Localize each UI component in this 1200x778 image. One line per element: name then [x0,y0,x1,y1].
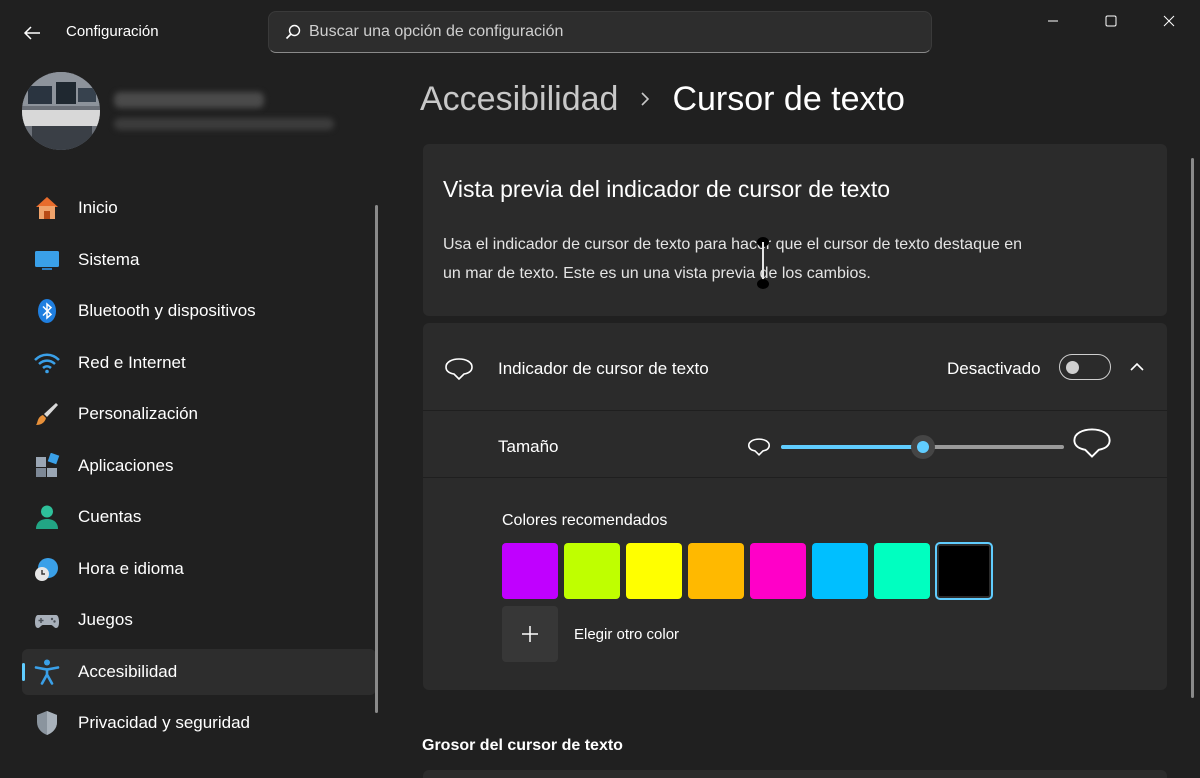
sidebar-item-personalizacion[interactable]: Personalización [22,391,376,437]
shield-icon [34,710,60,736]
gamepad-icon [34,607,60,633]
breadcrumb: Accesibilidad Cursor de texto [420,76,905,122]
close-button[interactable] [1140,0,1198,42]
color-swatch-purple[interactable] [502,543,558,599]
sidebar-item-label: Juegos [78,610,133,629]
user-profile[interactable] [22,72,352,152]
sidebar-item-juegos[interactable]: Juegos [22,597,376,643]
sidebar-item-label: Hora e idioma [78,558,184,578]
profile-email-blurred [114,118,334,130]
sidebar-nav: Inicio Sistema Bluetooth y dispositivos [22,185,376,752]
recommended-colors-label: Colores recomendados [502,512,668,529]
wifi-icon [34,350,60,376]
collapse-button[interactable] [1123,353,1151,381]
color-swatch-teal[interactable] [874,543,930,599]
slider-track[interactable] [781,435,1064,459]
large-indicator-icon [1073,428,1111,458]
color-swatch-blue[interactable] [812,543,868,599]
divider [423,410,1167,411]
back-arrow-icon [23,26,40,40]
chevron-up-icon [1130,362,1144,371]
bluetooth-icon [34,298,60,324]
back-button[interactable] [14,18,50,48]
accessibility-icon [34,659,60,685]
slider-fill [781,445,923,449]
title-bar: Configuración [0,0,1200,64]
color-swatches [502,542,998,600]
size-slider[interactable] [743,428,1123,461]
color-swatch-yellow[interactable] [626,543,682,599]
thickness-card [423,770,1167,778]
sidebar-item-label: Accesibilidad [78,661,178,681]
sidebar-item-red[interactable]: Red e Internet [22,340,376,386]
avatar-photo-icon [22,72,100,150]
add-color-button[interactable] [502,606,558,662]
sidebar-item-label: Bluetooth y dispositivos [78,301,256,320]
cursor-indicator-icon [445,358,473,381]
preview-title: Vista previa del indicador de cursor de … [443,176,891,202]
sidebar-item-privacidad[interactable]: Privacidad y seguridad [22,700,376,746]
sidebar-item-label: Sistema [78,249,140,269]
avatar[interactable] [22,72,100,150]
sidebar-item-hora[interactable]: Hora e idioma [22,546,376,592]
maximize-button[interactable] [1082,0,1140,42]
sidebar-item-inicio[interactable]: Inicio [22,185,376,231]
main-scrollbar[interactable] [1191,158,1194,698]
paintbrush-icon [34,401,60,427]
maximize-icon [1105,15,1117,27]
size-label: Tamaño [498,437,559,456]
chevron-right-icon [640,91,650,107]
toggle-state-label: Desactivado [947,359,1041,378]
choose-other-color-link[interactable]: Elegir otro color [574,626,679,643]
sidebar-item-label: Cuentas [78,507,142,526]
color-swatch-orange[interactable] [688,543,744,599]
color-swatch-lime[interactable] [564,543,620,599]
thickness-section-heading: Grosor del cursor de texto [422,737,623,754]
app-title: Configuración [66,23,159,40]
text-cursor-indicator-card: Indicador de cursor de texto Desactivado… [423,323,1167,690]
preview-card: Vista previa del indicador de cursor de … [423,144,1167,316]
sidebar-item-bluetooth[interactable]: Bluetooth y dispositivos [22,288,376,334]
sidebar-item-sistema[interactable]: Sistema [22,237,376,283]
apps-icon [34,452,60,479]
indicator-header-row[interactable]: Indicador de cursor de texto Desactivado [423,323,1167,410]
indicator-toggle[interactable] [1059,354,1111,380]
search-input[interactable] [309,23,909,41]
close-icon [1163,15,1175,27]
globe-clock-icon [34,556,60,582]
text-cursor-preview-icon [757,237,769,289]
sidebar-item-aplicaciones[interactable]: Aplicaciones [22,443,376,489]
person-icon [34,504,60,530]
profile-name-blurred [114,92,264,108]
divider [423,477,1167,478]
page-title: Cursor de texto [672,79,905,118]
settings-window: Configuración Buscar una opción de confi… [0,0,1200,778]
sidebar-item-label: Personalización [78,404,199,423]
color-swatch-black[interactable] [935,542,993,600]
home-icon [34,195,60,221]
sidebar-item-label: Aplicaciones [78,455,174,475]
toggle-knob [1066,361,1079,374]
monitor-icon [34,247,60,273]
slider-thumb[interactable] [910,435,935,459]
breadcrumb-parent-link[interactable]: Accesibilidad [420,80,618,119]
sidebar-item-label: Inicio [78,198,118,217]
preview-description: Usa el indicador de cursor de texto para… [443,236,1023,282]
sidebar-item-accesibilidad[interactable]: Accesibilidad [22,648,376,695]
sidebar-item-cuentas[interactable]: Cuentas [22,494,376,540]
minimize-button[interactable] [1024,0,1082,42]
sidebar-item-label: Red e Internet [78,352,186,372]
plus-icon [522,626,538,642]
indicator-label: Indicador de cursor de texto [498,359,709,378]
sidebar-item-label: Privacidad y seguridad [78,713,250,732]
search-icon [285,24,301,40]
sidebar-scrollbar[interactable] [375,205,378,713]
color-swatch-pink[interactable] [750,543,806,599]
search-box[interactable] [268,11,932,53]
minimize-icon [1048,20,1058,22]
small-indicator-icon [748,438,770,456]
